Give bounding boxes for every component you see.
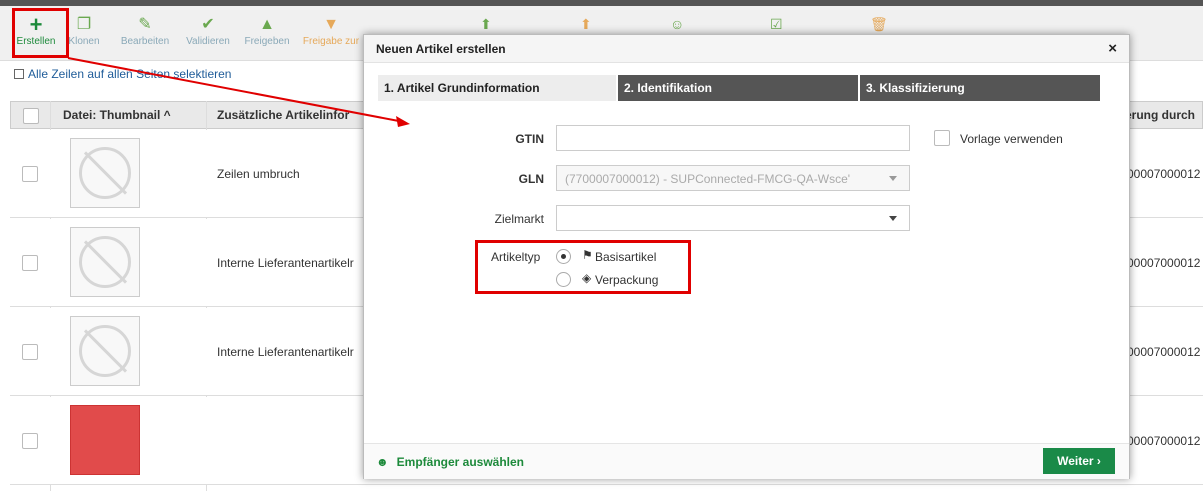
- users-icon: ☻: [376, 455, 389, 469]
- release-for-button[interactable]: ▼ Freigabe zur: [300, 14, 362, 47]
- select-all-checkbox[interactable]: [14, 69, 24, 79]
- gln-select[interactable]: (7700007000012) - SUPConnected-FMCG-QA-W…: [556, 165, 910, 191]
- gln-value: (7700007000012) - SUPConnected-FMCG-QA-W…: [565, 172, 851, 186]
- product-thumbnail: [70, 405, 140, 475]
- target-market-select[interactable]: [556, 205, 910, 231]
- template-label: Vorlage verwenden: [960, 132, 1063, 146]
- row-checkbox[interactable]: [22, 166, 38, 182]
- chevron-right-icon: ›: [1096, 454, 1101, 468]
- step-classification[interactable]: 3. Klassifizierung: [860, 75, 1100, 101]
- row-info: Interne Lieferantenartikelr: [217, 256, 354, 270]
- checkbox-icon[interactable]: ☑: [770, 16, 783, 33]
- edit-button[interactable]: ✎ Bearbeiten: [116, 14, 174, 47]
- template-checkbox[interactable]: [934, 130, 950, 146]
- unpublish-icon[interactable]: ⬆: [580, 16, 592, 33]
- check-icon: ✔: [201, 16, 215, 33]
- no-image-icon: [70, 138, 140, 208]
- article-type-highlight-box: [475, 240, 691, 294]
- delete-icon[interactable]: 🗑: [870, 16, 888, 33]
- chevron-down-icon: [889, 216, 897, 221]
- dialog-footer: ☻ Empfänger auswählen Weiter ›: [364, 443, 1129, 479]
- row-info: Zeilen umbruch: [217, 167, 300, 181]
- approve-button[interactable]: ▲ Freigeben: [240, 14, 294, 47]
- create-article-dialog: Neuen Artikel erstellen × 1. Artikel Gru…: [363, 34, 1130, 479]
- row-gln: 00007000012: [1127, 434, 1201, 448]
- no-image-icon: [70, 227, 140, 297]
- publish-icon[interactable]: ⬆: [480, 16, 492, 33]
- pencil-icon: ✎: [138, 16, 152, 33]
- wizard-steps: 1. Artikel Grundinformation 2. Identifik…: [378, 75, 1100, 101]
- select-all-link[interactable]: Alle Zeilen auf allen Seiten selektieren: [14, 67, 231, 81]
- no-image-icon: [70, 316, 140, 386]
- dialog-title: Neuen Artikel erstellen: [376, 42, 506, 56]
- info-column-header[interactable]: Zusätzliche Artikelinfor: [217, 108, 349, 122]
- row-checkbox[interactable]: [22, 344, 38, 360]
- header-checkbox[interactable]: [23, 108, 39, 124]
- dialog-header: Neuen Artikel erstellen ×: [364, 35, 1129, 63]
- chevron-down-icon: [889, 176, 897, 181]
- select-recipients-link[interactable]: ☻ Empfänger auswählen: [376, 455, 524, 469]
- users-icon[interactable]: ☺: [670, 16, 684, 32]
- row-checkbox[interactable]: [22, 433, 38, 449]
- close-icon[interactable]: ×: [1108, 40, 1117, 57]
- step-basic-info[interactable]: 1. Artikel Grundinformation: [378, 75, 616, 101]
- step-identification[interactable]: 2. Identifikation: [618, 75, 858, 101]
- row-gln: 00007000012: [1127, 256, 1201, 270]
- thumbnail-column-header[interactable]: Datei: Thumbnail ^: [63, 108, 171, 122]
- row-gln: 00007000012: [1127, 345, 1201, 359]
- next-button[interactable]: Weiter ›: [1043, 448, 1115, 474]
- gln-label: GLN: [518, 172, 544, 186]
- row-checkbox[interactable]: [22, 255, 38, 271]
- create-highlight-box: [12, 8, 69, 58]
- target-market-label: Zielmarkt: [494, 212, 544, 226]
- validate-button[interactable]: ✔ Validieren: [180, 14, 236, 47]
- row-info: Interne Lieferantenartikelr: [217, 345, 354, 359]
- thumbs-down-icon: ▼: [323, 16, 339, 33]
- row-gln: 00007000012: [1127, 167, 1201, 181]
- gtin-label: GTIN: [515, 132, 544, 146]
- right-column-header[interactable]: erung durch: [1125, 108, 1195, 122]
- gtin-input[interactable]: [556, 125, 910, 151]
- thumbs-up-icon: ▲: [259, 16, 275, 33]
